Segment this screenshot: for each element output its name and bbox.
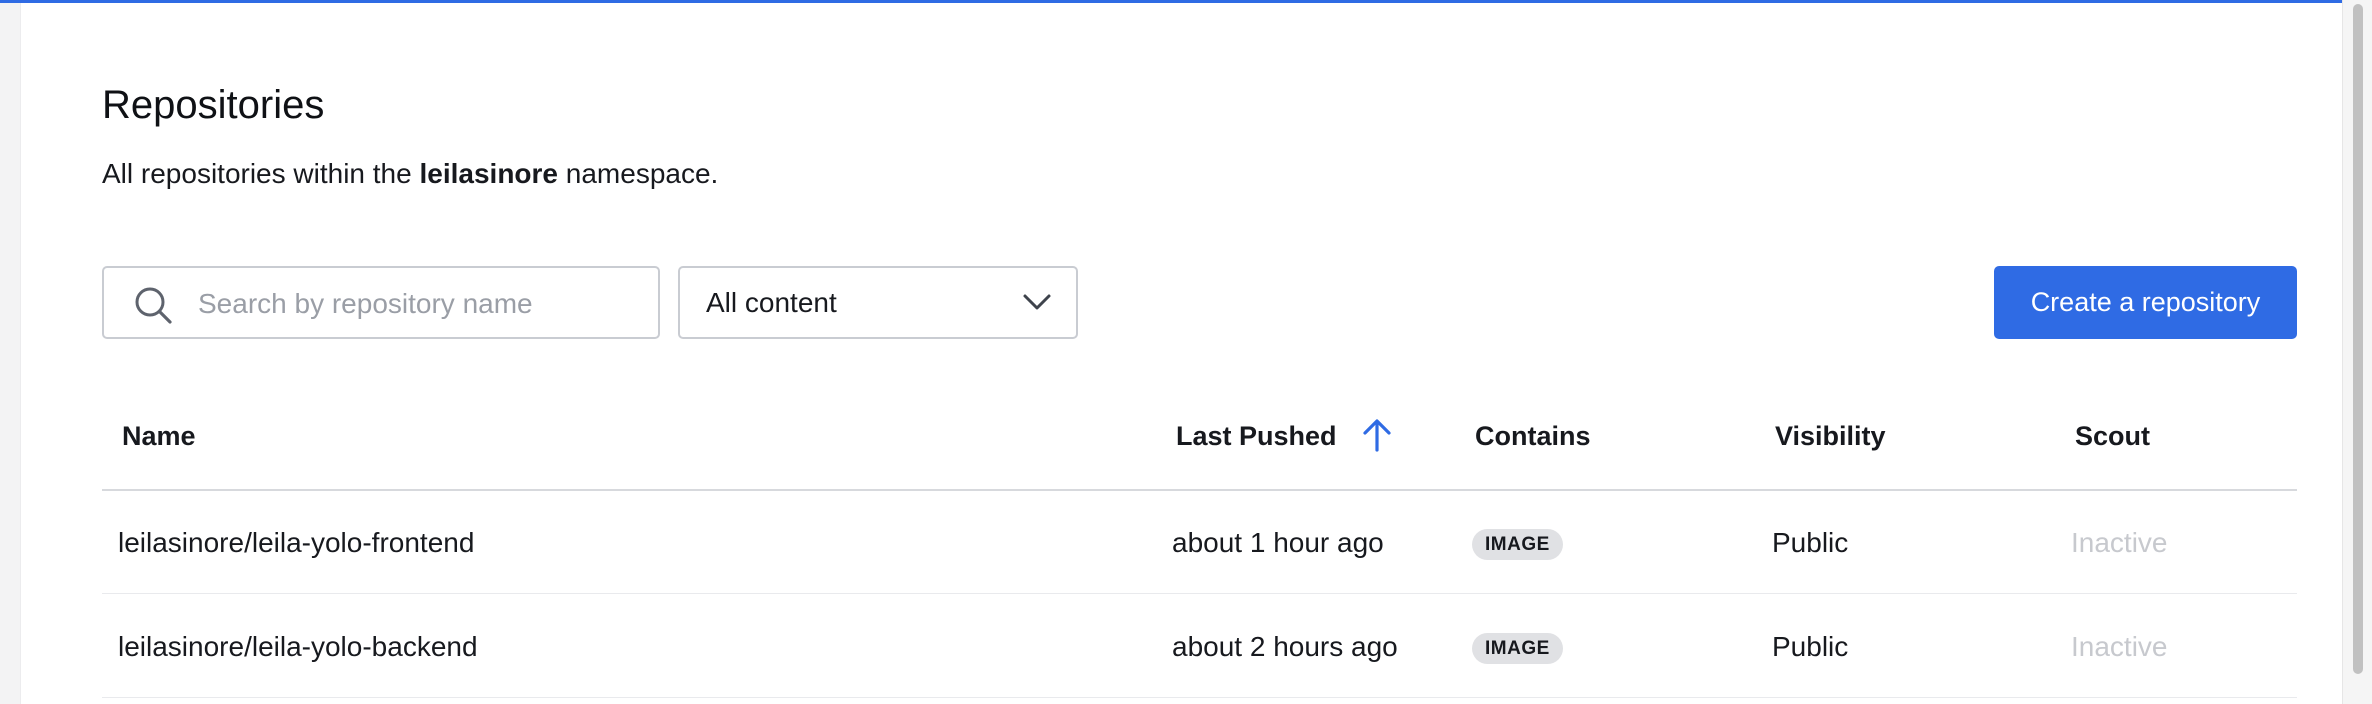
column-header-contains[interactable]: Contains — [1475, 421, 1591, 452]
visibility-value: Public — [1772, 527, 1849, 558]
namespace-name: leilasinore — [419, 158, 558, 189]
content-type-badge: IMAGE — [1472, 633, 1563, 664]
row-divider — [102, 593, 2297, 594]
repository-name-link[interactable]: leilasinore/leila-yolo-backend — [118, 631, 478, 663]
row-divider — [102, 697, 2297, 698]
last-pushed-value: about 1 hour ago — [1172, 527, 1384, 558]
create-repository-button[interactable]: Create a repository — [1994, 266, 2297, 339]
content-filter-select[interactable]: All content — [678, 266, 1078, 339]
last-pushed-value: about 2 hours ago — [1172, 631, 1398, 662]
content-type-badge: IMAGE — [1472, 529, 1563, 560]
table-header-divider — [102, 489, 2297, 491]
scrollbar-thumb[interactable] — [2353, 4, 2363, 674]
page-title: Repositories — [102, 83, 325, 127]
scout-status: Inactive — [2071, 631, 2168, 662]
search-icon — [135, 287, 172, 324]
chevron-down-icon — [1023, 294, 1051, 310]
column-header-name[interactable]: Name — [122, 421, 196, 452]
repository-name-link[interactable]: leilasinore/leila-yolo-frontend — [118, 527, 474, 559]
scout-status: Inactive — [2071, 527, 2168, 558]
repositories-page: Repositories All repositories within the… — [21, 3, 2342, 704]
search-input[interactable] — [196, 276, 640, 332]
subtitle-suffix: namespace. — [558, 158, 719, 189]
left-gutter — [0, 3, 21, 704]
content-filter-value: All content — [706, 287, 837, 318]
visibility-value: Public — [1772, 631, 1849, 662]
vertical-scrollbar[interactable] — [2342, 0, 2372, 704]
page-subtitle: All repositories within the leilasinore … — [102, 158, 718, 190]
column-header-last-pushed[interactable]: Last Pushed — [1176, 421, 1337, 452]
search-box[interactable] — [102, 266, 660, 339]
subtitle-prefix: All repositories within the — [102, 158, 420, 189]
arrow-up-icon[interactable] — [1360, 417, 1394, 453]
column-header-visibility[interactable]: Visibility — [1775, 421, 1886, 452]
column-header-scout[interactable]: Scout — [2075, 421, 2150, 452]
